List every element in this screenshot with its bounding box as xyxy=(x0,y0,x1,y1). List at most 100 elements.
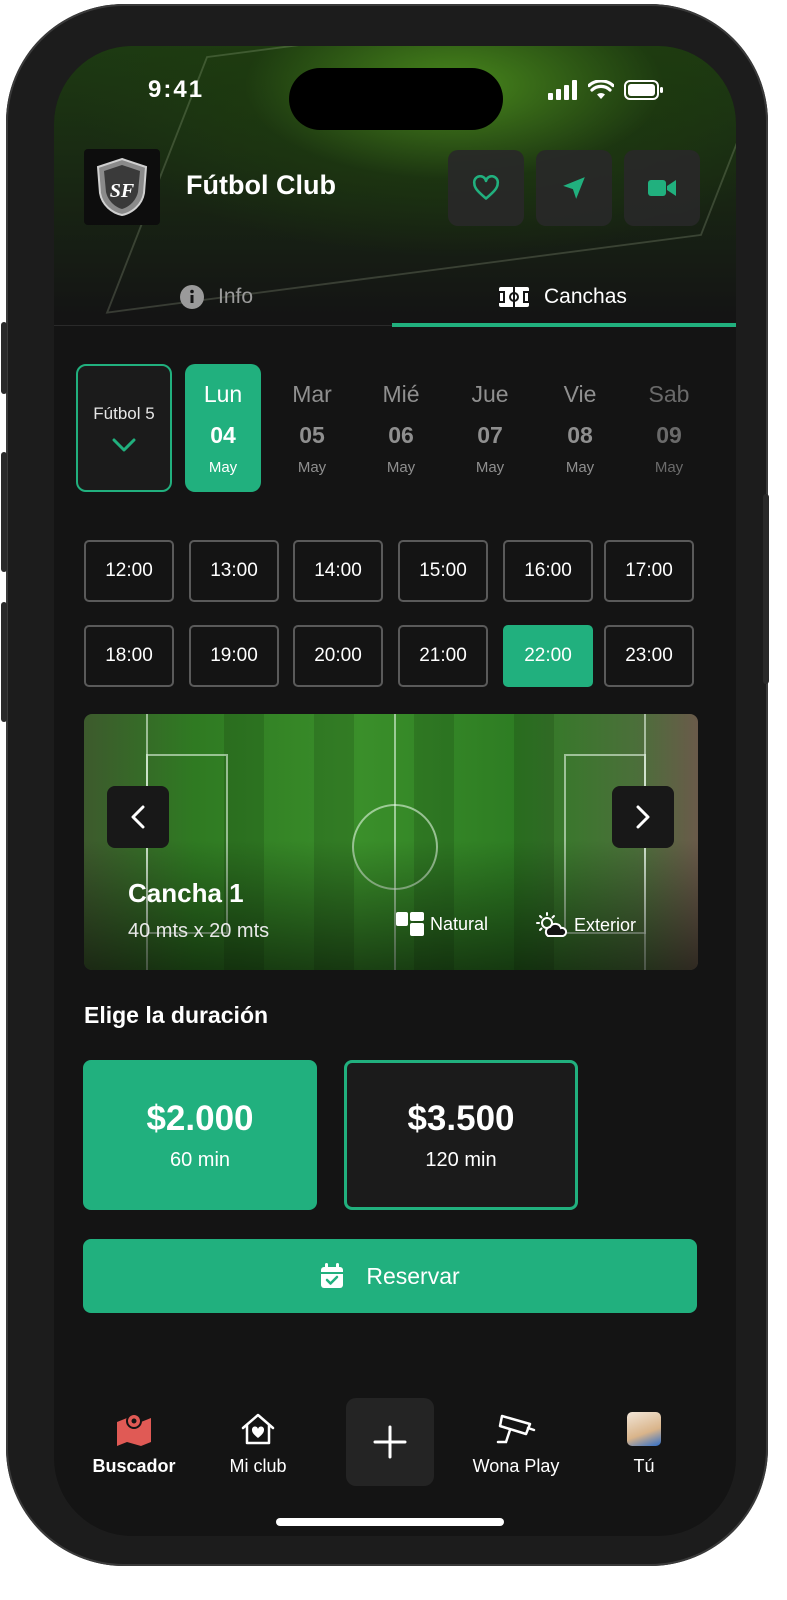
grass-tiles-icon xyxy=(396,912,424,936)
tab-canchas-label: Canchas xyxy=(544,285,627,308)
time-slot[interactable]: 16:00 xyxy=(503,540,593,602)
time-slot[interactable]: 12:00 xyxy=(84,540,174,602)
day-name: Mar xyxy=(292,380,332,407)
day-number: 07 xyxy=(477,421,503,448)
map-icon xyxy=(117,1413,151,1446)
time-slot[interactable]: 13:00 xyxy=(189,540,279,602)
day-number: 05 xyxy=(299,421,325,448)
chevron-down-icon xyxy=(112,438,136,452)
court-size: 40 mts x 20 mts xyxy=(128,920,270,942)
add-button[interactable] xyxy=(346,1398,434,1486)
volume-up-button xyxy=(1,452,7,572)
time-slot[interactable]: 20:00 xyxy=(293,625,383,687)
volume-down-button xyxy=(1,602,7,722)
sun-cloud-icon xyxy=(536,912,568,937)
info-icon xyxy=(180,285,204,309)
nav-tu[interactable]: Tú xyxy=(584,1412,704,1477)
time-slot-selected[interactable]: 22:00 xyxy=(503,625,593,687)
day-option[interactable]: Mar 05 May xyxy=(274,364,350,492)
time-slot[interactable]: 14:00 xyxy=(293,540,383,602)
nav-buscador-label: Buscador xyxy=(92,1456,176,1476)
video-camera-icon xyxy=(648,180,676,196)
day-name: Mié xyxy=(382,380,420,407)
nav-wona-play-label: Wona Play xyxy=(472,1456,560,1476)
home-indicator[interactable] xyxy=(276,1518,504,1526)
time-slot[interactable]: 18:00 xyxy=(84,625,174,687)
chevron-right-icon xyxy=(636,805,650,829)
plus-icon xyxy=(373,1425,407,1459)
nav-mi-club-label: Mi club xyxy=(229,1456,287,1476)
nav-tu-label: Tú xyxy=(633,1456,655,1476)
navigation-arrow-icon xyxy=(563,177,585,199)
surface-tag: Natural xyxy=(396,912,488,936)
soccer-field-icon xyxy=(498,287,530,307)
active-tab-indicator xyxy=(392,323,736,327)
sport-type-value: Fútbol 5 xyxy=(93,404,155,423)
club-logo: SF xyxy=(84,149,160,225)
location-label: Exterior xyxy=(574,914,637,935)
nav-buscador[interactable]: Buscador xyxy=(74,1412,194,1477)
svg-text:SF: SF xyxy=(110,180,135,202)
day-number: 04 xyxy=(210,421,236,448)
day-month: May xyxy=(654,458,684,476)
reserve-button[interactable]: Reservar xyxy=(83,1239,697,1313)
time-slot[interactable]: 15:00 xyxy=(398,540,488,602)
status-time: 9:41 xyxy=(148,76,205,103)
price-minutes: 120 min xyxy=(425,1148,497,1171)
calendar-check-icon xyxy=(321,1263,344,1288)
day-number: 09 xyxy=(656,421,682,448)
sport-type-dropdown[interactable]: Fútbol 5 xyxy=(76,364,172,492)
price-amount: $3.500 xyxy=(407,1098,515,1138)
time-slot[interactable]: 23:00 xyxy=(604,625,694,687)
dynamic-island xyxy=(289,68,503,130)
status-icons xyxy=(548,80,664,100)
nav-mi-club[interactable]: Mi club xyxy=(198,1412,318,1477)
battery-icon xyxy=(624,80,663,100)
time-slot[interactable]: 19:00 xyxy=(189,625,279,687)
tab-bar: Info Canchas xyxy=(54,268,736,327)
favorite-button[interactable] xyxy=(448,150,524,226)
surface-label: Natural xyxy=(430,913,489,934)
day-number: 06 xyxy=(388,421,414,448)
reserve-label: Reservar xyxy=(366,1262,460,1289)
video-button[interactable] xyxy=(624,150,700,226)
day-option[interactable]: Sab 09 May xyxy=(631,364,707,492)
home-heart-icon xyxy=(241,1413,275,1445)
day-option[interactable]: Mié 06 May xyxy=(363,364,439,492)
duration-title: Elige la duración xyxy=(84,1002,269,1028)
day-month: May xyxy=(475,458,505,476)
time-slot[interactable]: 17:00 xyxy=(604,540,694,602)
tab-info-label: Info xyxy=(218,285,254,308)
nav-wona-play[interactable]: Wona Play xyxy=(456,1412,576,1477)
day-name: Lun xyxy=(203,380,243,407)
time-slot[interactable]: 21:00 xyxy=(398,625,488,687)
power-button xyxy=(763,494,769,684)
wifi-icon xyxy=(588,80,614,99)
heart-icon xyxy=(472,175,500,200)
signal-icon xyxy=(548,80,577,100)
mute-switch xyxy=(1,322,7,394)
security-camera-icon xyxy=(496,1414,536,1444)
day-name: Vie xyxy=(563,380,597,407)
day-month: May xyxy=(565,458,595,476)
shield-logo-icon: SF xyxy=(96,157,148,217)
day-month: May xyxy=(297,458,327,476)
day-option[interactable]: Vie 08 May xyxy=(542,364,618,492)
day-number: 08 xyxy=(567,421,593,448)
court-next-button[interactable] xyxy=(612,786,674,848)
directions-button[interactable] xyxy=(536,150,612,226)
court-card: Cancha 1 40 mts x 20 mts Natural Exterio… xyxy=(84,714,698,970)
day-month: May xyxy=(386,458,416,476)
duration-option-selected[interactable]: $2.000 60 min xyxy=(83,1060,317,1210)
day-option[interactable]: Lun 04 May xyxy=(185,364,261,492)
screen: 9:41 SF Fútbol Club Info Canchas Fútbol … xyxy=(54,46,736,1536)
price-minutes: 60 min xyxy=(169,1148,231,1171)
phone-frame: 9:41 SF Fútbol Club Info Canchas Fútbol … xyxy=(1,4,769,1566)
duration-option[interactable]: $3.500 120 min xyxy=(344,1060,578,1210)
tab-info[interactable]: Info xyxy=(180,268,253,326)
day-month: May xyxy=(208,458,238,476)
day-name: Jue xyxy=(471,380,509,407)
tab-canchas[interactable]: Canchas xyxy=(498,268,627,326)
court-prev-button[interactable] xyxy=(107,786,169,848)
day-option[interactable]: Jue 07 May xyxy=(452,364,528,492)
